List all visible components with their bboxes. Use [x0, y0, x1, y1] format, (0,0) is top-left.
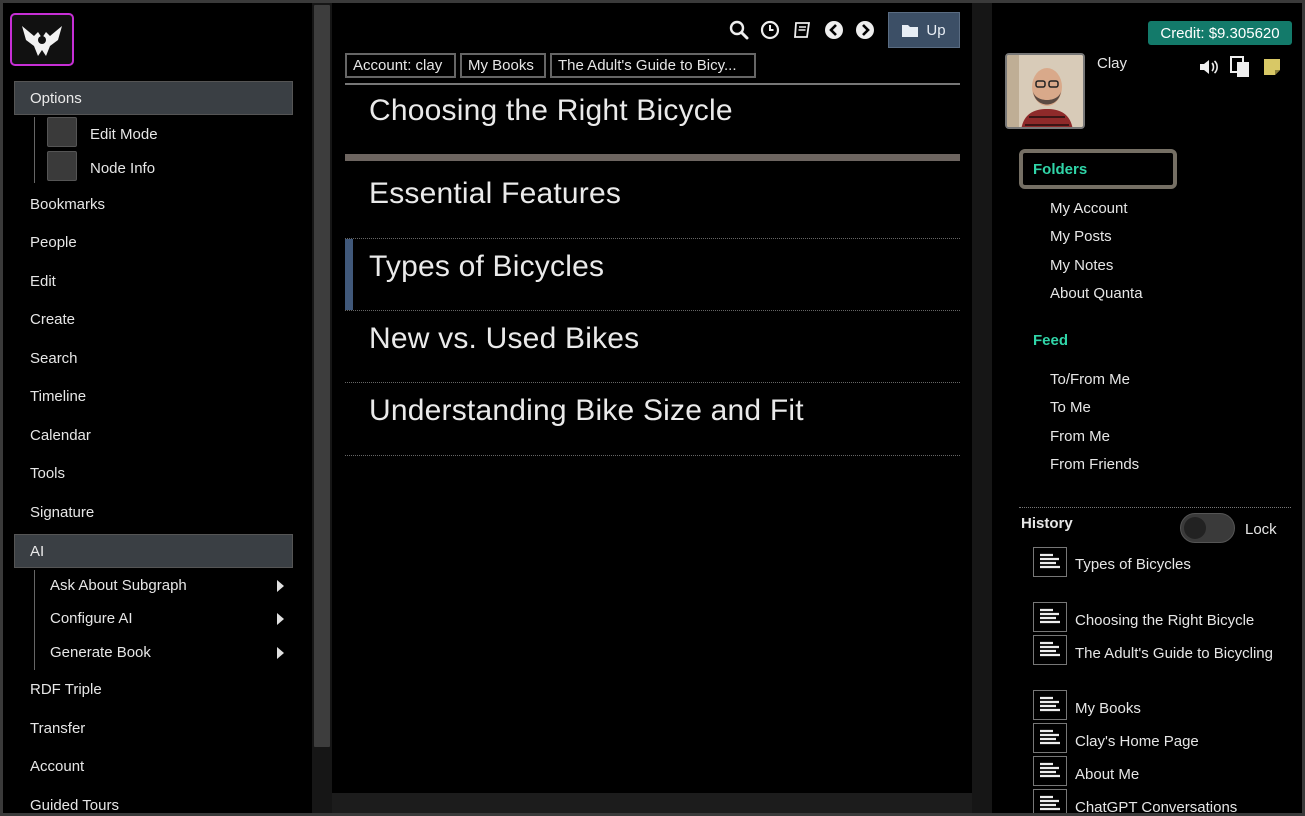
document-icon[interactable] — [1033, 789, 1067, 816]
child-node-title[interactable]: Understanding Bike Size and Fit — [369, 394, 804, 428]
history-item[interactable]: About Me — [1075, 764, 1139, 786]
back-arrow-icon[interactable] — [823, 19, 845, 41]
row-divider — [345, 382, 960, 383]
options-label: Options — [30, 89, 82, 107]
menu-tools[interactable]: Tools — [30, 465, 65, 482]
row-divider — [345, 238, 960, 239]
menu-generate-book[interactable]: Generate Book — [50, 644, 151, 661]
child-node-title[interactable]: Essential Features — [369, 177, 621, 211]
search-icon[interactable] — [728, 19, 750, 41]
parent-separator — [345, 154, 960, 161]
document-icon[interactable] — [1033, 756, 1067, 786]
center-vertical-scrollbar[interactable] — [972, 3, 992, 813]
ai-menu-header[interactable]: AI — [14, 534, 293, 568]
menu-guided-tours[interactable]: Guided Tours — [30, 797, 119, 814]
forward-arrow-icon[interactable] — [854, 19, 876, 41]
edit-mode-label: Edit Mode — [90, 126, 158, 143]
menu-signature[interactable]: Signature — [30, 504, 94, 521]
menu-people[interactable]: People — [30, 234, 77, 251]
avatar[interactable] — [1005, 53, 1085, 129]
link-from-friends[interactable]: From Friends — [1050, 456, 1139, 473]
link-from-me[interactable]: From Me — [1050, 428, 1110, 445]
menu-ask-about-subgraph[interactable]: Ask About Subgraph — [50, 577, 187, 594]
ai-sub-line — [34, 570, 35, 670]
feed-heading[interactable]: Feed — [1033, 332, 1068, 349]
sticky-note-icon[interactable] — [1261, 56, 1283, 78]
menu-configure-ai[interactable]: Configure AI — [50, 610, 133, 627]
lock-toggle[interactable] — [1180, 513, 1235, 543]
folders-heading[interactable]: Folders — [1033, 161, 1087, 178]
app-logo[interactable] — [10, 13, 74, 66]
link-my-posts[interactable]: My Posts — [1050, 228, 1112, 245]
menu-rdf-triple[interactable]: RDF Triple — [30, 681, 102, 698]
link-my-notes[interactable]: My Notes — [1050, 257, 1113, 274]
left-scrollbar[interactable] — [312, 3, 332, 813]
menu-edit[interactable]: Edit — [30, 273, 56, 290]
edit-mode-checkbox[interactable] — [47, 117, 77, 147]
up-label: Up — [926, 21, 946, 39]
link-to-me[interactable]: To Me — [1050, 399, 1091, 416]
toggle-knob — [1184, 517, 1206, 539]
selected-indicator — [345, 239, 353, 310]
ai-label: AI — [30, 542, 45, 560]
child-node-title[interactable]: New vs. Used Bikes — [369, 322, 639, 356]
link-to-from-me[interactable]: To/From Me — [1050, 371, 1130, 388]
breadcrumb-current-book[interactable]: The Adult's Guide to Bicy... — [550, 53, 756, 78]
breadcrumb-my-books[interactable]: My Books — [460, 53, 546, 78]
history-divider — [1019, 507, 1291, 508]
submenu-arrow-icon — [277, 613, 284, 625]
document-icon[interactable] — [1033, 723, 1067, 753]
history-item[interactable]: Clay's Home Page — [1075, 731, 1199, 753]
menu-create[interactable]: Create — [30, 311, 75, 328]
center-horizontal-scrollbar[interactable] — [332, 793, 972, 813]
parent-node-title[interactable]: Choosing the Right Bicycle — [369, 94, 733, 128]
clipboard-icon[interactable] — [1229, 56, 1251, 78]
history-item[interactable]: ChatGPT Conversations — [1075, 797, 1237, 816]
lock-label: Lock — [1245, 521, 1277, 538]
link-my-account[interactable]: My Account — [1050, 200, 1128, 217]
history-item[interactable]: Types of Bicycles — [1033, 554, 1283, 576]
history-item[interactable]: Choosing the Right Bicycle — [1075, 610, 1254, 632]
child-node-title[interactable]: Types of Bicycles — [369, 250, 604, 284]
menu-bookmarks[interactable]: Bookmarks — [30, 196, 105, 213]
options-menu-header[interactable]: Options — [14, 81, 293, 115]
submenu-arrow-icon — [277, 580, 284, 592]
content-divider — [345, 83, 960, 85]
row-divider — [345, 310, 960, 311]
speaker-icon[interactable] — [1198, 56, 1220, 78]
node-info-checkbox[interactable] — [47, 151, 77, 181]
up-button[interactable]: Up — [888, 12, 960, 48]
history-item[interactable]: My Books — [1075, 698, 1141, 720]
history-heading: History — [1021, 515, 1073, 532]
document-icon[interactable] — [1033, 690, 1067, 720]
left-scrollbar-thumb[interactable] — [314, 5, 330, 747]
menu-timeline[interactable]: Timeline — [30, 388, 86, 405]
node-info-label: Node Info — [90, 160, 156, 177]
book-icon[interactable] — [791, 19, 813, 41]
user-name[interactable]: Clay — [1097, 55, 1127, 72]
breadcrumb-account[interactable]: Account: clay — [345, 53, 456, 78]
document-icon[interactable] — [1033, 602, 1067, 632]
eagle-logo-icon — [22, 25, 62, 56]
folder-icon — [902, 24, 919, 37]
options-sub-line — [34, 117, 35, 183]
menu-calendar[interactable]: Calendar — [30, 427, 91, 444]
credit-badge[interactable]: Credit: $9.305620 — [1148, 21, 1292, 45]
row-divider — [345, 455, 960, 456]
link-about-quanta[interactable]: About Quanta — [1050, 285, 1143, 302]
menu-search[interactable]: Search — [30, 350, 78, 367]
menu-transfer[interactable]: Transfer — [30, 720, 85, 737]
submenu-arrow-icon — [277, 647, 284, 659]
clock-icon[interactable] — [759, 19, 781, 41]
history-item[interactable]: The Adult's Guide to Bicycling — [1033, 643, 1283, 665]
menu-account[interactable]: Account — [30, 758, 84, 775]
